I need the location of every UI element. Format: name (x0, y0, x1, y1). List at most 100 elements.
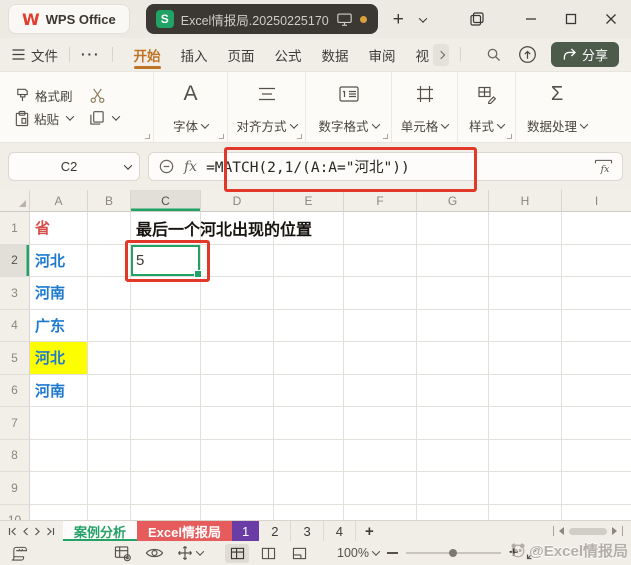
group-expander-icon[interactable] (507, 134, 512, 139)
cell-B5[interactable] (88, 342, 131, 375)
formula-input[interactable]: =MATCH(2,1/(A:A="河北")) (206, 156, 585, 177)
cell-G2[interactable] (417, 245, 489, 278)
cell-A4[interactable]: 广东 (30, 310, 88, 343)
column-header-C[interactable]: C (131, 190, 201, 212)
cell-C9[interactable] (131, 472, 201, 505)
cell-F4[interactable] (344, 310, 417, 343)
sheet-tab-case-analysis[interactable]: 案例分析 (63, 521, 137, 541)
formula-input-area[interactable]: fx =MATCH(2,1/(A:A="河北")) fx (148, 152, 623, 181)
cell-B9[interactable] (88, 472, 131, 505)
cloud-upload-icon[interactable] (518, 45, 537, 64)
row-header-8[interactable]: 8 (0, 440, 30, 473)
cell-D7[interactable] (201, 407, 274, 440)
cell-C4[interactable] (131, 310, 201, 343)
cell-B4[interactable] (88, 310, 131, 343)
zoom-slider-knob[interactable] (449, 549, 457, 557)
tab-data[interactable]: 数据 (312, 38, 359, 71)
column-header-B[interactable]: B (88, 190, 131, 212)
cell-I6[interactable] (562, 375, 631, 408)
cell-G3[interactable] (417, 277, 489, 310)
column-header-H[interactable]: H (489, 190, 562, 212)
cell-D2[interactable] (201, 245, 274, 278)
number-format-group-button[interactable]: 数字格式 (306, 72, 392, 142)
cell-B2[interactable] (88, 245, 131, 278)
workspace-windows-icon[interactable] (457, 0, 497, 38)
cell-I2[interactable] (562, 245, 631, 278)
cell-E8[interactable] (274, 440, 344, 473)
eye-icon[interactable] (145, 546, 164, 560)
cell-F7[interactable] (344, 407, 417, 440)
cell-A3[interactable]: 河南 (30, 277, 88, 310)
row-header-5[interactable]: 5 (0, 342, 30, 375)
group-expander-icon[interactable] (297, 134, 302, 139)
cell-B8[interactable] (88, 440, 131, 473)
tab-formula[interactable]: 公式 (265, 38, 312, 71)
cell-B7[interactable] (88, 407, 131, 440)
tab-page[interactable]: 页面 (218, 38, 265, 71)
cell-F9[interactable] (344, 472, 417, 505)
table-settings-icon[interactable] (114, 545, 132, 562)
cell-A8[interactable] (30, 440, 88, 473)
cell-H7[interactable] (489, 407, 562, 440)
cell-D3[interactable] (201, 277, 274, 310)
cell-G5[interactable] (417, 342, 489, 375)
alignment-group-button[interactable]: 对齐方式 (228, 72, 306, 142)
wps-home-tab[interactable]: W WPS Office (8, 4, 130, 34)
cell-D9[interactable] (201, 472, 274, 505)
cell-G1[interactable] (417, 212, 489, 245)
cell-E4[interactable] (274, 310, 344, 343)
last-sheet-icon[interactable] (46, 527, 55, 536)
cell-H10[interactable] (489, 505, 562, 521)
column-header-A[interactable]: A (30, 190, 88, 212)
cell-G6[interactable] (417, 375, 489, 408)
scroll-left-icon[interactable] (559, 527, 564, 535)
new-tab-button[interactable]: + (393, 10, 404, 29)
move-tool-button[interactable] (177, 545, 203, 561)
close-button[interactable] (591, 0, 631, 38)
cell-H5[interactable] (489, 342, 562, 375)
font-group-button[interactable]: A 字体 (154, 72, 228, 142)
tab-view[interactable]: 视 (406, 38, 432, 71)
column-header-F[interactable]: F (344, 190, 417, 212)
cell-C2-selected[interactable]: 5 (131, 245, 201, 278)
cell-A2[interactable]: 河北 (30, 245, 88, 278)
share-button[interactable]: 分享 (551, 42, 619, 67)
view-normal-button[interactable] (225, 544, 249, 563)
cell-A1[interactable]: 省 (30, 212, 88, 245)
prev-sheet-icon[interactable] (22, 527, 29, 536)
maximize-button[interactable] (551, 0, 591, 38)
cell-E7[interactable] (274, 407, 344, 440)
cell-I7[interactable] (562, 407, 631, 440)
tab-list-chevron-icon[interactable] (416, 10, 426, 28)
cell-F1[interactable] (344, 212, 417, 245)
minimize-button[interactable] (511, 0, 551, 38)
copy-button[interactable] (89, 110, 119, 126)
cut-button[interactable] (89, 87, 106, 104)
row-header-9[interactable]: 9 (0, 472, 30, 505)
more-tabs-chevron[interactable] (433, 44, 449, 66)
cell-A6[interactable]: 河南 (30, 375, 88, 408)
cell-B1[interactable] (88, 212, 131, 245)
more-commands-button[interactable]: ··· (81, 47, 101, 62)
cell-E2[interactable] (274, 245, 344, 278)
cell-E5[interactable] (274, 342, 344, 375)
cells-group-button[interactable]: 单元格 (392, 72, 458, 142)
cell-E3[interactable] (274, 277, 344, 310)
sheet-tab-excel-intel[interactable]: Excel情报局 (137, 521, 232, 541)
view-page-button[interactable] (287, 544, 311, 563)
cell-I3[interactable] (562, 277, 631, 310)
cell-G9[interactable] (417, 472, 489, 505)
first-sheet-icon[interactable] (8, 527, 17, 536)
cell-D6[interactable] (201, 375, 274, 408)
cell-A7[interactable] (30, 407, 88, 440)
cell-C3[interactable] (131, 277, 201, 310)
view-split-button[interactable] (256, 544, 280, 563)
cell-E6[interactable] (274, 375, 344, 408)
zoom-out-button[interactable] (387, 552, 398, 554)
row-header-1[interactable]: 1 (0, 212, 30, 245)
fullscreen-icon[interactable] (526, 546, 540, 560)
cell-H8[interactable] (489, 440, 562, 473)
group-expander-icon[interactable] (383, 134, 388, 139)
cell-F5[interactable] (344, 342, 417, 375)
cell-C8[interactable] (131, 440, 201, 473)
